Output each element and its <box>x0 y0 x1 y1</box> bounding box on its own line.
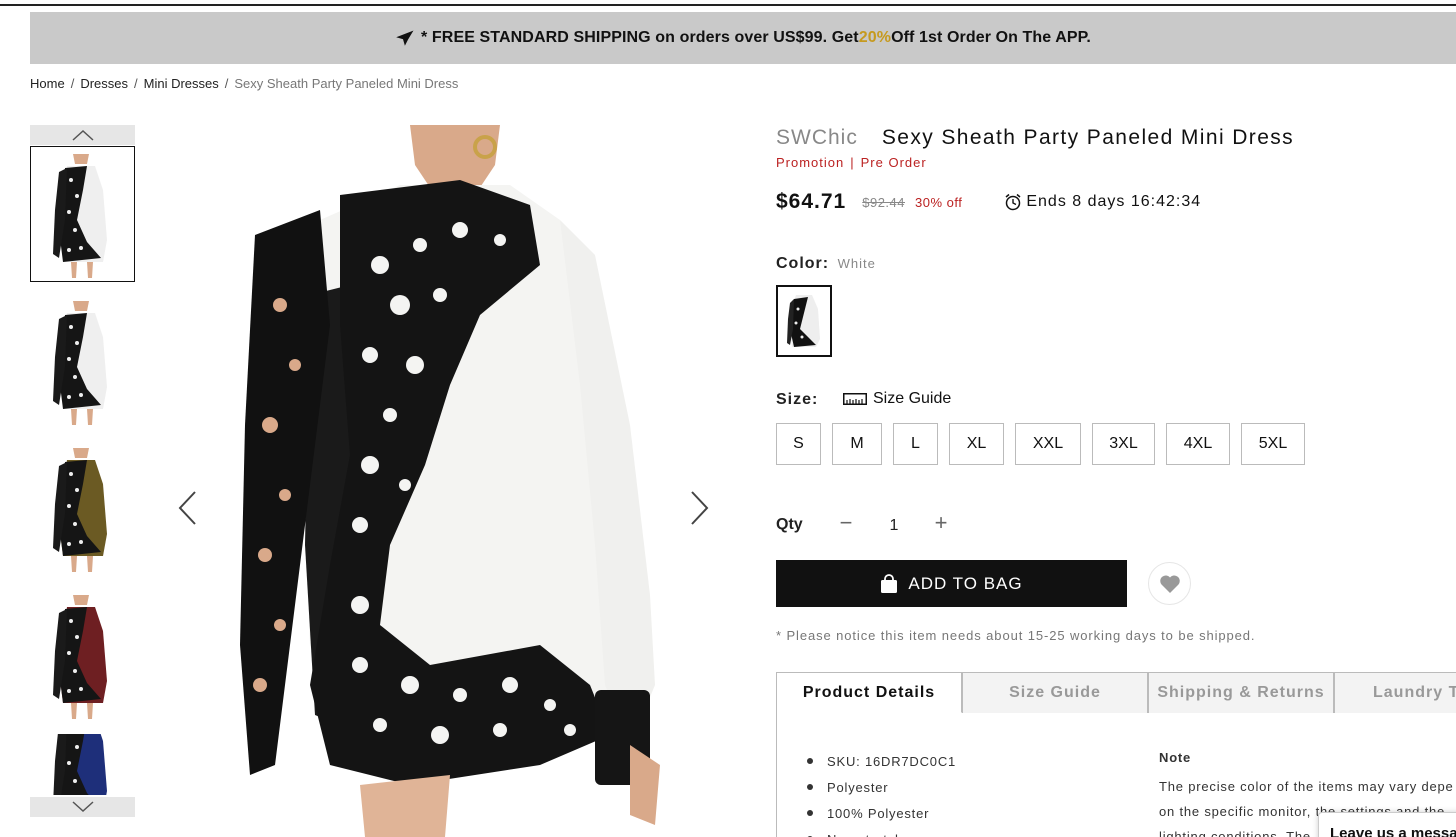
tab-product-details[interactable]: Product Details <box>776 672 962 713</box>
qty-decrement-button[interactable]: − <box>838 510 854 536</box>
color-section: Color: White <box>776 255 876 273</box>
tab-size-guide[interactable]: Size Guide <box>962 672 1148 713</box>
swatch-dress-image <box>780 289 828 353</box>
details-list: SKU: 16DR7DC0C1 Polyester 100% Polyester… <box>807 748 956 837</box>
add-to-bag-label: ADD TO BAG <box>908 573 1023 593</box>
thumbnail-burgundy[interactable] <box>30 587 135 723</box>
size-option-5xl[interactable]: 5XL <box>1241 423 1305 465</box>
qty-value[interactable]: 1 <box>884 517 904 535</box>
product-header: SWChic Sexy Sheath Party Paneled Mini Dr… <box>776 126 1294 150</box>
qty-increment-button[interactable]: + <box>933 510 949 536</box>
banner-suffix: Off 1st Order On The APP. <box>891 29 1091 46</box>
size-options: S M L XL XXL 3XL 4XL 5XL <box>776 423 1316 465</box>
note-heading: Note <box>1159 750 1192 765</box>
alarm-clock-icon <box>1005 193 1021 211</box>
thumbnail-navy[interactable] <box>30 734 135 795</box>
banner-prefix: * FREE STANDARD SHIPPING on orders over … <box>421 29 859 46</box>
breadcrumb: Home / Dresses / Mini Dresses / Sexy She… <box>30 76 458 91</box>
wishlist-button[interactable] <box>1148 562 1191 605</box>
size-label: Size: <box>776 391 819 408</box>
breadcrumb-current: Sexy Sheath Party Paneled Mini Dress <box>234 76 459 91</box>
size-option-l[interactable]: L <box>893 423 938 465</box>
banner-highlight: 20% <box>858 29 892 46</box>
product-info-tabs: Product Details Size Guide Shipping & Re… <box>776 672 1456 713</box>
shopping-bag-icon <box>881 573 898 593</box>
size-option-4xl[interactable]: 4XL <box>1166 423 1230 465</box>
brand-name[interactable]: SWChic <box>776 126 858 150</box>
thumbnail-dress-image <box>42 734 123 795</box>
tab-shipping-returns[interactable]: Shipping & Returns <box>1148 672 1334 713</box>
current-price: $64.71 <box>776 190 847 213</box>
breadcrumb-mini-dresses[interactable]: Mini Dresses <box>144 76 219 91</box>
previous-image-button[interactable] <box>175 488 199 528</box>
promotion-tag: Promotion <box>776 155 845 170</box>
breadcrumb-separator: / <box>134 76 138 91</box>
detail-item: SKU: 16DR7DC0C1 <box>807 748 956 774</box>
heart-icon <box>1159 574 1180 593</box>
chevron-left-icon <box>178 491 196 525</box>
price-row: $64.71 $92.44 30% off Ends 8 days 16:42:… <box>776 190 1201 214</box>
breadcrumb-separator: / <box>70 76 75 91</box>
main-product-image[interactable] <box>210 125 680 837</box>
size-guide-link[interactable]: Size Guide <box>843 390 951 408</box>
shipping-notice: * Please notice this item needs about 15… <box>776 628 1256 643</box>
next-image-button[interactable] <box>688 488 712 528</box>
qty-label: Qty <box>776 516 803 533</box>
product-title: Sexy Sheath Party Paneled Mini Dress <box>881 126 1295 149</box>
product-tags: Promotion | Pre Order <box>776 155 927 170</box>
add-to-bag-button[interactable]: ADD TO BAG <box>776 560 1127 607</box>
chevron-up-icon <box>71 129 94 141</box>
color-swatch-white[interactable] <box>776 285 832 357</box>
countdown-text: Ends 8 days 16:42:34 <box>1026 193 1202 210</box>
thumbnail-scroll-up-button[interactable] <box>30 125 135 145</box>
shipping-banner[interactable]: * FREE STANDARD SHIPPING on orders over … <box>30 12 1456 64</box>
size-option-xxl[interactable]: XXL <box>1015 423 1081 465</box>
size-option-m[interactable]: M <box>832 423 882 465</box>
plane-icon <box>396 30 414 46</box>
discount-label: 30% off <box>915 194 963 210</box>
original-price: $92.44 <box>862 194 905 210</box>
note-line: The precise color of the items may vary … <box>1159 779 1454 794</box>
thumbnail-white[interactable] <box>30 293 135 429</box>
breadcrumb-dresses[interactable]: Dresses <box>80 76 128 91</box>
thumbnail-olive[interactable] <box>30 440 135 576</box>
thumbnail-dress-image <box>42 591 123 719</box>
thumbnail-white[interactable] <box>30 146 135 282</box>
thumbnail-dress-image <box>42 444 123 572</box>
thumbnail-dress-image <box>42 150 123 278</box>
size-guide-label: Size Guide <box>873 390 952 407</box>
chevron-down-icon <box>71 801 94 813</box>
top-border <box>0 4 1456 6</box>
detail-item: Polyester <box>807 774 956 800</box>
ruler-icon <box>843 393 867 405</box>
tag-divider: | <box>850 155 855 170</box>
detail-item: Non-stretchy <box>807 826 956 837</box>
chevron-right-icon <box>691 491 709 525</box>
color-label: Color: <box>776 255 830 272</box>
breadcrumb-separator: / <box>224 76 229 91</box>
size-option-xl[interactable]: XL <box>949 423 1004 465</box>
thumbnail-scroll-down-button[interactable] <box>30 797 135 817</box>
chat-widget[interactable]: Leave us a messa <box>1318 812 1456 837</box>
countdown-timer: Ends 8 days 16:42:34 <box>1004 193 1201 211</box>
breadcrumb-home[interactable]: Home <box>30 76 65 91</box>
pre-order-tag: Pre Order <box>860 155 927 170</box>
dress-illustration <box>210 125 680 837</box>
thumbnail-dress-image <box>42 297 123 425</box>
color-value: White <box>837 256 876 271</box>
size-option-s[interactable]: S <box>776 423 821 465</box>
size-option-3xl[interactable]: 3XL <box>1092 423 1155 465</box>
detail-item: 100% Polyester <box>807 800 956 826</box>
tab-laundry[interactable]: Laundry T <box>1334 672 1456 713</box>
